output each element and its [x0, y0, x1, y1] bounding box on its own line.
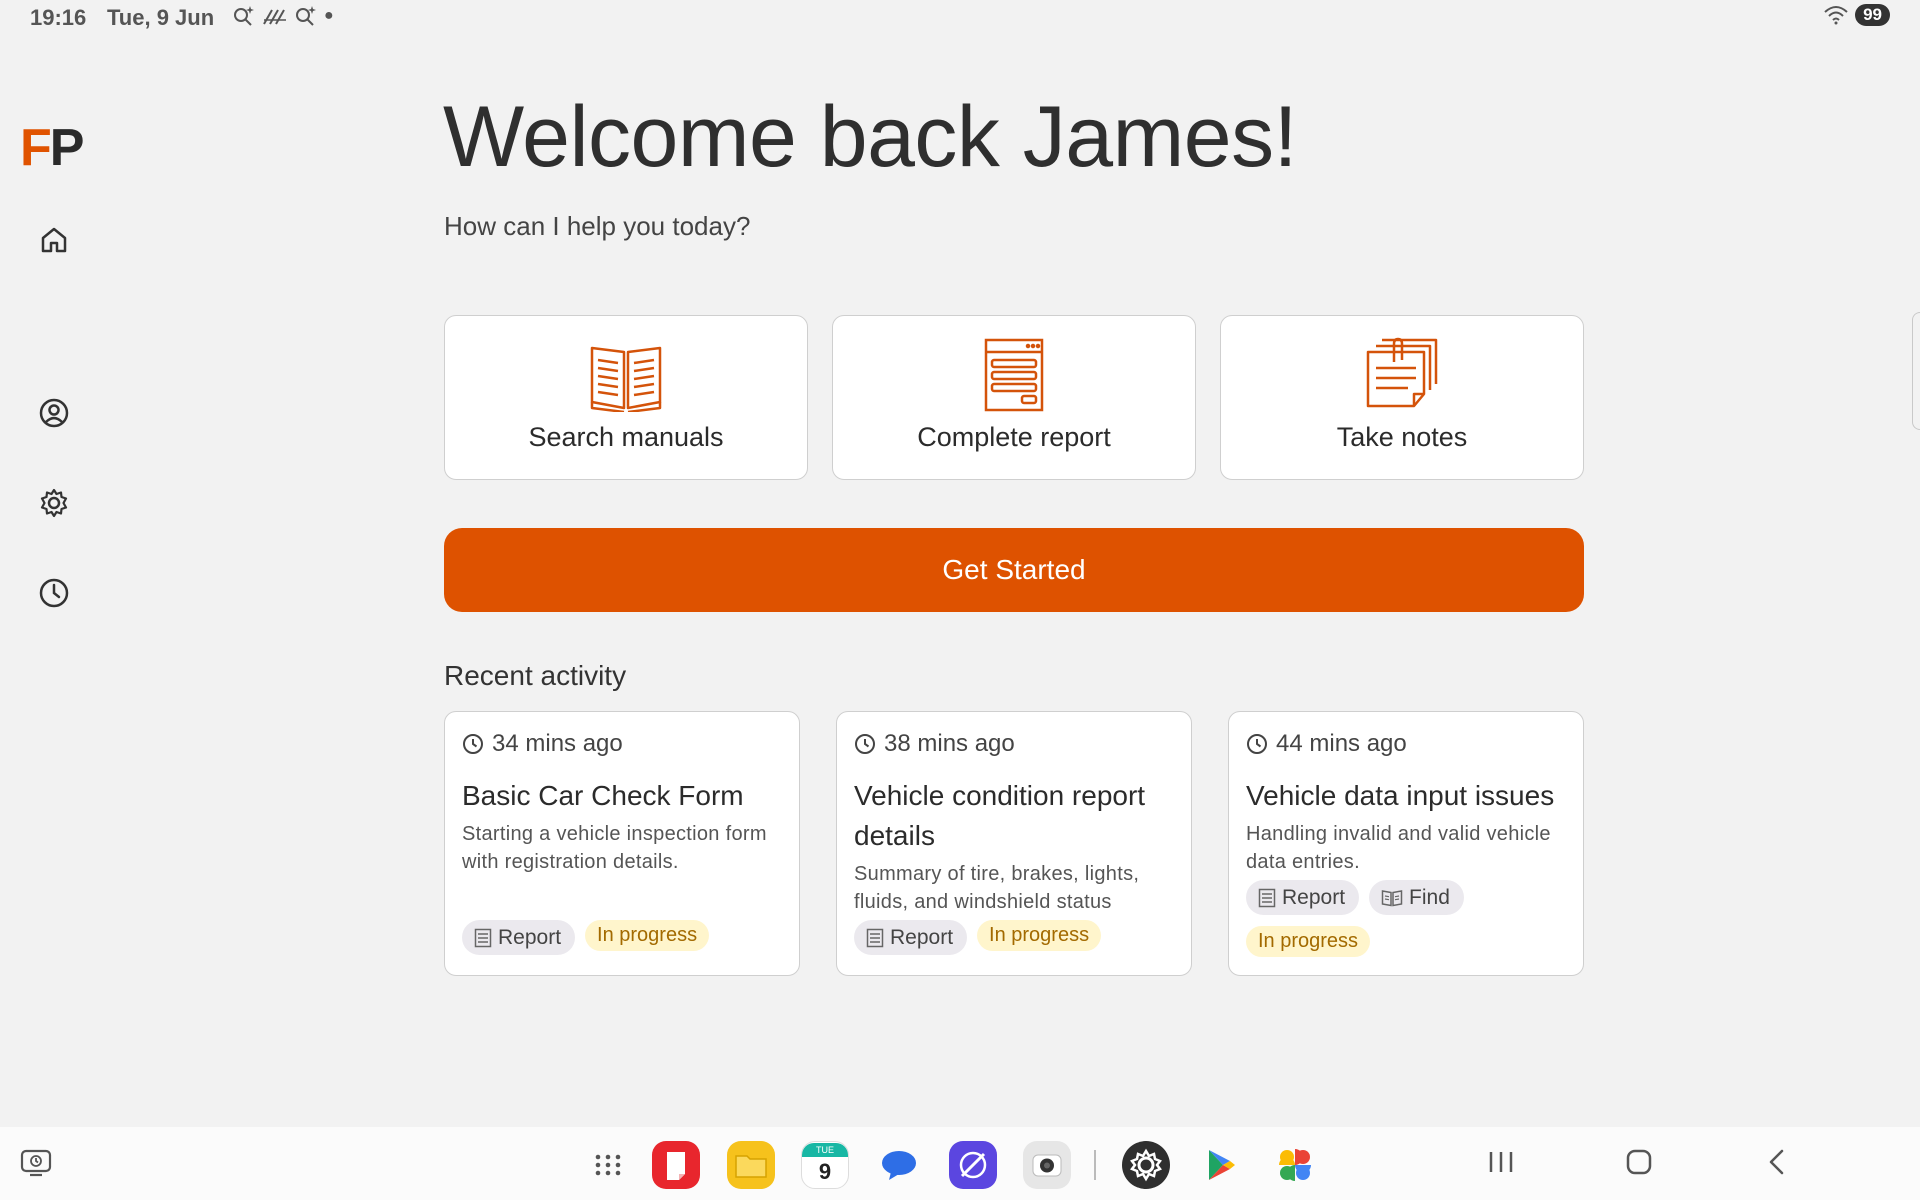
clock-icon [39, 578, 69, 608]
wifi-icon [1824, 6, 1848, 25]
gear-icon [40, 488, 68, 518]
complete-report-card[interactable]: Complete report [832, 315, 1196, 480]
status-bar: 19:16 Tue, 9 Jun ● 99 [0, 0, 1920, 36]
activity-tags: Report In progress [462, 920, 710, 955]
browser-app-icon[interactable] [949, 1141, 997, 1189]
notification-icons: ● [232, 4, 334, 28]
activity-tags: Report Find [1246, 880, 1464, 915]
notes-clip-icon [1366, 337, 1438, 408]
more-notifications-dot: ● [324, 7, 334, 24]
taskbar-divider [1094, 1150, 1096, 1180]
activity-card[interactable]: 44 mins ago Vehicle data input issues Ha… [1228, 711, 1584, 976]
activity-status: In progress [1246, 926, 1371, 957]
home-nav-icon [1626, 1149, 1652, 1175]
activity-card[interactable]: 34 mins ago Basic Car Check Form Startin… [444, 711, 800, 976]
report-tag-icon [866, 928, 884, 948]
search-manuals-label: Search manuals [528, 422, 724, 452]
user-circle-icon [39, 398, 69, 428]
activity-time: 34 mins ago [462, 730, 782, 758]
camera-app-icon[interactable] [1023, 1141, 1071, 1189]
activity-description: Summary of tire, brakes, lights, fluids,… [854, 863, 1140, 913]
activity-card[interactable]: 38 mins ago Vehicle condition report det… [836, 711, 1192, 976]
calendar-app-icon[interactable]: TUE 9 [801, 1141, 849, 1189]
nav-settings[interactable] [36, 485, 72, 521]
status-badge: In progress [585, 920, 710, 951]
report-tag-label: Report [498, 926, 562, 949]
back-icon [1769, 1149, 1784, 1175]
status-badge: In progress [1246, 926, 1371, 957]
hatch-icon [263, 9, 286, 25]
play-store-icon[interactable] [1197, 1141, 1245, 1189]
status-badge: In progress [977, 920, 1102, 951]
calendar-day-label: TUE [802, 1143, 848, 1157]
home-icon [41, 227, 67, 253]
messages-app-icon[interactable] [875, 1141, 923, 1189]
recent-apps-button[interactable] [1486, 1148, 1516, 1183]
report-form-icon [984, 338, 1044, 412]
recent-screen-button[interactable] [20, 1148, 52, 1185]
home-button[interactable] [1624, 1148, 1654, 1183]
back-button[interactable] [1762, 1148, 1792, 1183]
take-notes-label: Take notes [1336, 422, 1468, 452]
nav-profile[interactable] [36, 395, 72, 431]
recent-activity-heading: Recent activity [444, 660, 627, 691]
screen-history-icon [20, 1149, 52, 1177]
report-tag-icon [1258, 888, 1276, 908]
nav-home[interactable] [36, 222, 72, 258]
complete-report-label: Complete report [917, 422, 1111, 452]
get-started-button[interactable]: Get Started [444, 528, 1584, 612]
edge-panel-handle[interactable] [1912, 312, 1920, 430]
activity-title: Vehicle condition report details [854, 780, 1146, 851]
app-drawer-icon[interactable] [584, 1141, 632, 1189]
logo-f: F [20, 119, 52, 177]
app-logo: FP [20, 118, 85, 178]
activity-tags: Report In progress [854, 920, 1102, 955]
recents-icon [1489, 1152, 1513, 1172]
battery-indicator: 99 [1855, 4, 1890, 26]
report-tag: Report [1246, 880, 1360, 915]
files-app-icon[interactable] [727, 1141, 775, 1189]
take-notes-card[interactable]: Take notes [1220, 315, 1584, 480]
status-time: 19:16 [30, 5, 87, 30]
page-title: Welcome back James! [443, 89, 1298, 185]
find-tag-label: Find [1409, 886, 1450, 909]
open-book-icon [590, 346, 662, 412]
logo-p: P [49, 119, 85, 177]
page-subtitle: How can I help you today? [444, 211, 751, 241]
activity-description: Starting a vehicle inspection form with … [462, 823, 767, 873]
settings-app-icon[interactable] [1122, 1141, 1170, 1189]
activity-time: 38 mins ago [854, 730, 1174, 758]
activity-time: 44 mins ago [1246, 730, 1566, 758]
clock-icon [1247, 734, 1267, 754]
report-tag-label: Report [1282, 886, 1346, 909]
activity-time-text: 44 mins ago [1276, 730, 1407, 757]
activity-time-text: 38 mins ago [884, 730, 1015, 757]
report-tag-icon [474, 928, 492, 948]
photos-app-icon[interactable] [1271, 1141, 1319, 1189]
status-right: 99 [1823, 4, 1890, 26]
notes-app-icon[interactable] [652, 1141, 700, 1189]
nav-history[interactable] [36, 575, 72, 611]
book-tag-icon [1381, 890, 1403, 907]
activity-time-text: 34 mins ago [492, 730, 623, 757]
clock-icon [463, 734, 483, 754]
calendar-day: 9 [818, 1159, 832, 1184]
activity-description: Handling invalid and valid vehicle data … [1246, 823, 1551, 873]
report-tag: Report [854, 920, 968, 955]
status-date: Tue, 9 Jun [107, 5, 215, 30]
search-sparkle-icon [234, 6, 254, 26]
search-manuals-card[interactable]: Search manuals [444, 315, 808, 480]
report-tag: Report [462, 920, 576, 955]
find-tag: Find [1369, 880, 1464, 915]
search-sparkle-icon [296, 6, 316, 26]
activity-title: Basic Car Check Form [462, 780, 744, 811]
activity-title: Vehicle data input issues [1246, 780, 1555, 811]
clock-icon [855, 734, 875, 754]
report-tag-label: Report [890, 926, 954, 949]
